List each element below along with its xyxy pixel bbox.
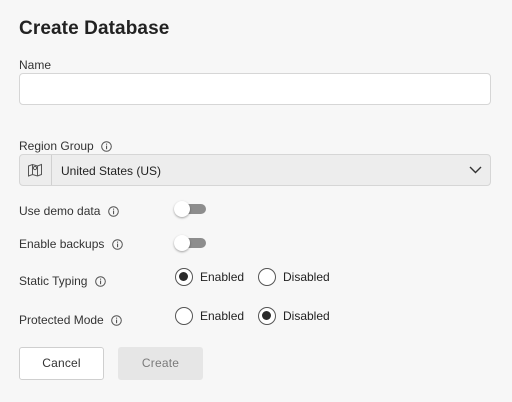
chevron-down-icon <box>469 166 482 174</box>
name-label: Name <box>19 58 52 72</box>
info-icon[interactable] <box>95 276 106 287</box>
region-group-select[interactable]: United States (US) <box>19 154 491 186</box>
static-typing-label-row: Static Typing <box>19 274 106 288</box>
radio-label: Enabled <box>200 309 245 323</box>
radio-label: Enabled <box>200 270 245 284</box>
map-icon <box>28 163 42 177</box>
protected-mode-label-row: Protected Mode <box>19 313 122 327</box>
radio-selected-dot <box>262 311 271 320</box>
protected-mode-label: Protected Mode <box>19 313 104 327</box>
radio-circle <box>175 307 193 325</box>
toggle-knob <box>174 201 190 217</box>
info-icon[interactable] <box>111 315 122 326</box>
enable-backups-label: Enable backups <box>19 237 105 251</box>
radio-circle <box>258 268 276 286</box>
radio-selected-dot <box>179 272 188 281</box>
create-button[interactable]: Create <box>118 347 203 380</box>
radio-label: Disabled <box>283 309 330 323</box>
info-icon[interactable] <box>107 206 119 217</box>
map-icon-box <box>20 155 52 185</box>
use-demo-data-toggle[interactable] <box>174 201 206 217</box>
info-icon[interactable] <box>101 141 112 152</box>
name-input[interactable] <box>19 73 491 105</box>
use-demo-data-label-row: Use demo data <box>19 204 119 218</box>
region-group-value: United States (US) <box>61 164 162 178</box>
radio-label: Disabled <box>283 270 330 284</box>
region-group-label-row: Region Group <box>19 139 112 153</box>
info-icon[interactable] <box>111 239 123 250</box>
dialog-title: Create Database <box>19 18 170 39</box>
toggle-knob <box>174 235 190 251</box>
cancel-button[interactable]: Cancel <box>19 347 104 380</box>
enable-backups-toggle[interactable] <box>174 235 206 251</box>
use-demo-data-label: Use demo data <box>19 204 101 218</box>
enable-backups-label-row: Enable backups <box>19 237 123 251</box>
create-database-dialog: Create Database Name Region Group United… <box>0 0 512 402</box>
region-group-label: Region Group <box>19 139 94 153</box>
protected-mode-radio-group: Enabled Disabled <box>175 307 345 325</box>
static-typing-label: Static Typing <box>19 274 88 288</box>
static-typing-radio-group: Enabled Disabled <box>175 268 345 286</box>
